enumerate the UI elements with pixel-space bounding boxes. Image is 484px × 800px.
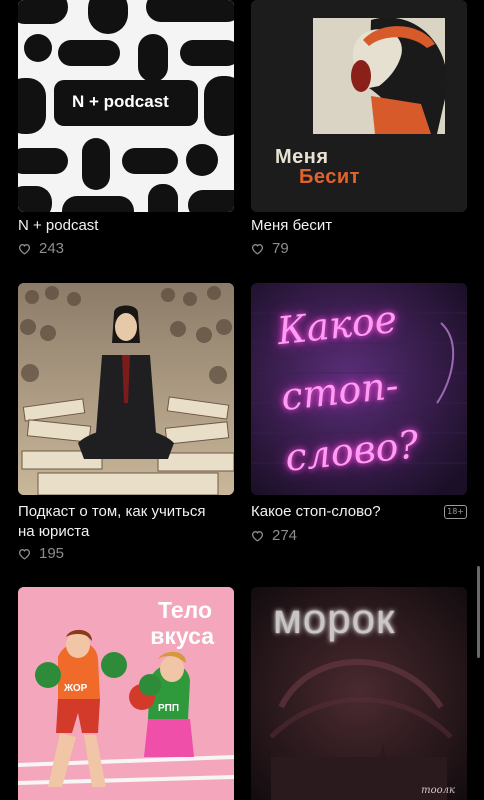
cover-title-1: Тело <box>157 597 212 623</box>
shirt-label-left: ЖОР <box>64 683 88 694</box>
cover-n-letter: N + podcast <box>72 92 169 111</box>
watermark-logo: тоолк <box>421 785 455 796</box>
cover-n-plus-podcast[interactable]: N + podcast <box>18 0 234 212</box>
likes-value: 243 <box>39 240 65 257</box>
podcast-title[interactable]: Какое стоп-слово? <box>251 502 451 522</box>
likes-count: 79 <box>251 240 289 257</box>
shirt-label-right: РПП <box>158 703 180 714</box>
likes-count: 274 <box>251 527 297 544</box>
cover-title-2: вкуса <box>150 623 214 649</box>
cover-label: N + podcast <box>72 92 169 112</box>
likes-count: 243 <box>18 240 64 257</box>
cover-morok[interactable]: морок тоолк <box>251 587 467 800</box>
cover-law-student[interactable] <box>18 283 234 495</box>
likes-value: 79 <box>272 240 289 257</box>
heart-icon <box>18 548 31 560</box>
cover-title-2: Бесит <box>299 166 360 188</box>
cover-telo-vkusa[interactable]: Тело вкуса ЖОР РПП <box>18 587 234 800</box>
cover-stop-word[interactable]: Какое стоп- слово? <box>251 283 467 495</box>
likes-count: 195 <box>18 545 64 562</box>
scrollbar[interactable] <box>477 566 480 658</box>
likes-value: 195 <box>39 545 65 562</box>
age-rating-badge: 18+ <box>444 505 467 519</box>
cover-meditating-student <box>18 283 234 495</box>
likes-value: 274 <box>272 527 298 544</box>
podcast-title[interactable]: Подкаст о том, как учиться на юриста <box>18 502 218 542</box>
cover-title: морок <box>273 595 396 642</box>
cover-menya-besit[interactable]: Меня Бесит <box>251 0 467 212</box>
podcast-title[interactable]: Меня бесит <box>251 216 451 236</box>
heart-icon <box>251 243 264 255</box>
heart-icon <box>18 243 31 255</box>
podcast-title[interactable]: N + podcast <box>18 216 218 236</box>
heart-icon <box>251 530 264 542</box>
